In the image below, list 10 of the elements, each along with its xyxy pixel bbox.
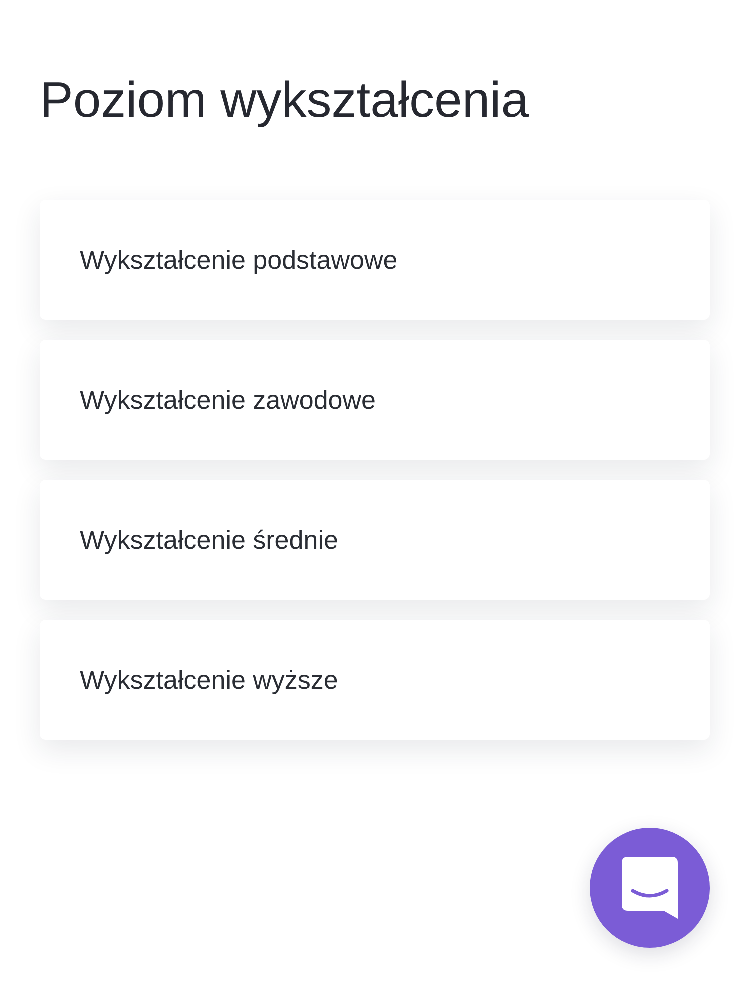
chat-bubble-icon xyxy=(622,857,678,919)
option-card[interactable]: Wykształcenie średnie xyxy=(40,480,710,600)
page-title: Poziom wykształcenia xyxy=(40,71,530,130)
option-card[interactable]: Wykształcenie podstawowe xyxy=(40,200,710,320)
option-card[interactable]: Wykształcenie zawodowe xyxy=(40,340,710,460)
option-card[interactable]: Wykształcenie wyższe xyxy=(40,620,710,740)
option-label: Wykształcenie zawodowe xyxy=(80,384,376,416)
option-label: Wykształcenie wyższe xyxy=(80,664,338,696)
option-label: Wykształcenie średnie xyxy=(80,524,338,556)
option-label: Wykształcenie podstawowe xyxy=(80,244,398,276)
